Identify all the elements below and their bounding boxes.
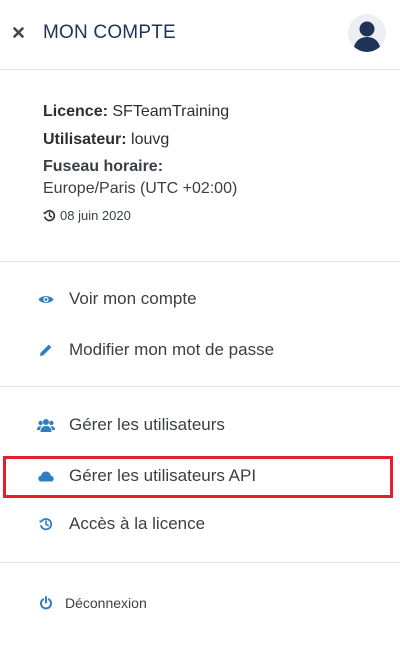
logout-button[interactable]: Déconnexion: [0, 583, 400, 623]
eye-icon: [37, 290, 55, 308]
user-avatar-icon: [353, 21, 381, 52]
timezone-value: Europe/Paris (UTC +02:00): [43, 180, 238, 197]
menu-item-label: Voir mon compte: [69, 289, 197, 308]
history-icon: [37, 515, 55, 533]
history-icon: [43, 210, 56, 222]
menu-item-view-account[interactable]: Voir mon compte: [0, 279, 400, 319]
menu-item-manage-users[interactable]: Gérer les utilisateurs: [0, 405, 400, 445]
avatar[interactable]: [348, 14, 386, 52]
header: MON COMPTE: [0, 0, 400, 70]
licence-row: Licence: SFTeamTraining: [43, 100, 383, 124]
menu-item-label: Gérer les utilisateurs: [69, 415, 225, 434]
menu-item-change-password[interactable]: Modifier mon mot de passe: [0, 330, 400, 370]
menu-item-licence-access[interactable]: Accès à la licence: [0, 504, 400, 544]
highlight-box: [3, 456, 393, 498]
menu-item-label: Accès à la licence: [69, 514, 206, 533]
close-button[interactable]: [8, 22, 28, 42]
user-label: Utilisateur:: [43, 131, 127, 148]
licence-value: SFTeamTraining: [112, 103, 230, 120]
pencil-icon: [37, 341, 55, 359]
divider: [0, 562, 400, 563]
divider: [0, 386, 400, 387]
users-icon: [37, 416, 55, 434]
power-icon: [37, 594, 55, 612]
menu-item-label: Modifier mon mot de passe: [69, 340, 275, 359]
licence-label: Licence:: [43, 103, 108, 120]
user-row: Utilisateur: louvg: [43, 128, 383, 152]
timezone-label: Fuseau horaire:: [43, 158, 164, 175]
user-value: louvg: [131, 131, 170, 148]
close-icon[interactable]: [12, 26, 24, 38]
date-row: 08 juin 2020: [43, 208, 383, 223]
page-title: MON COMPTE: [43, 22, 176, 43]
date-text: 08 juin 2020: [60, 208, 131, 223]
account-info: Licence: SFTeamTraining Utilisateur: lou…: [43, 100, 383, 223]
logout-label: Déconnexion: [65, 595, 147, 611]
divider: [0, 261, 400, 262]
